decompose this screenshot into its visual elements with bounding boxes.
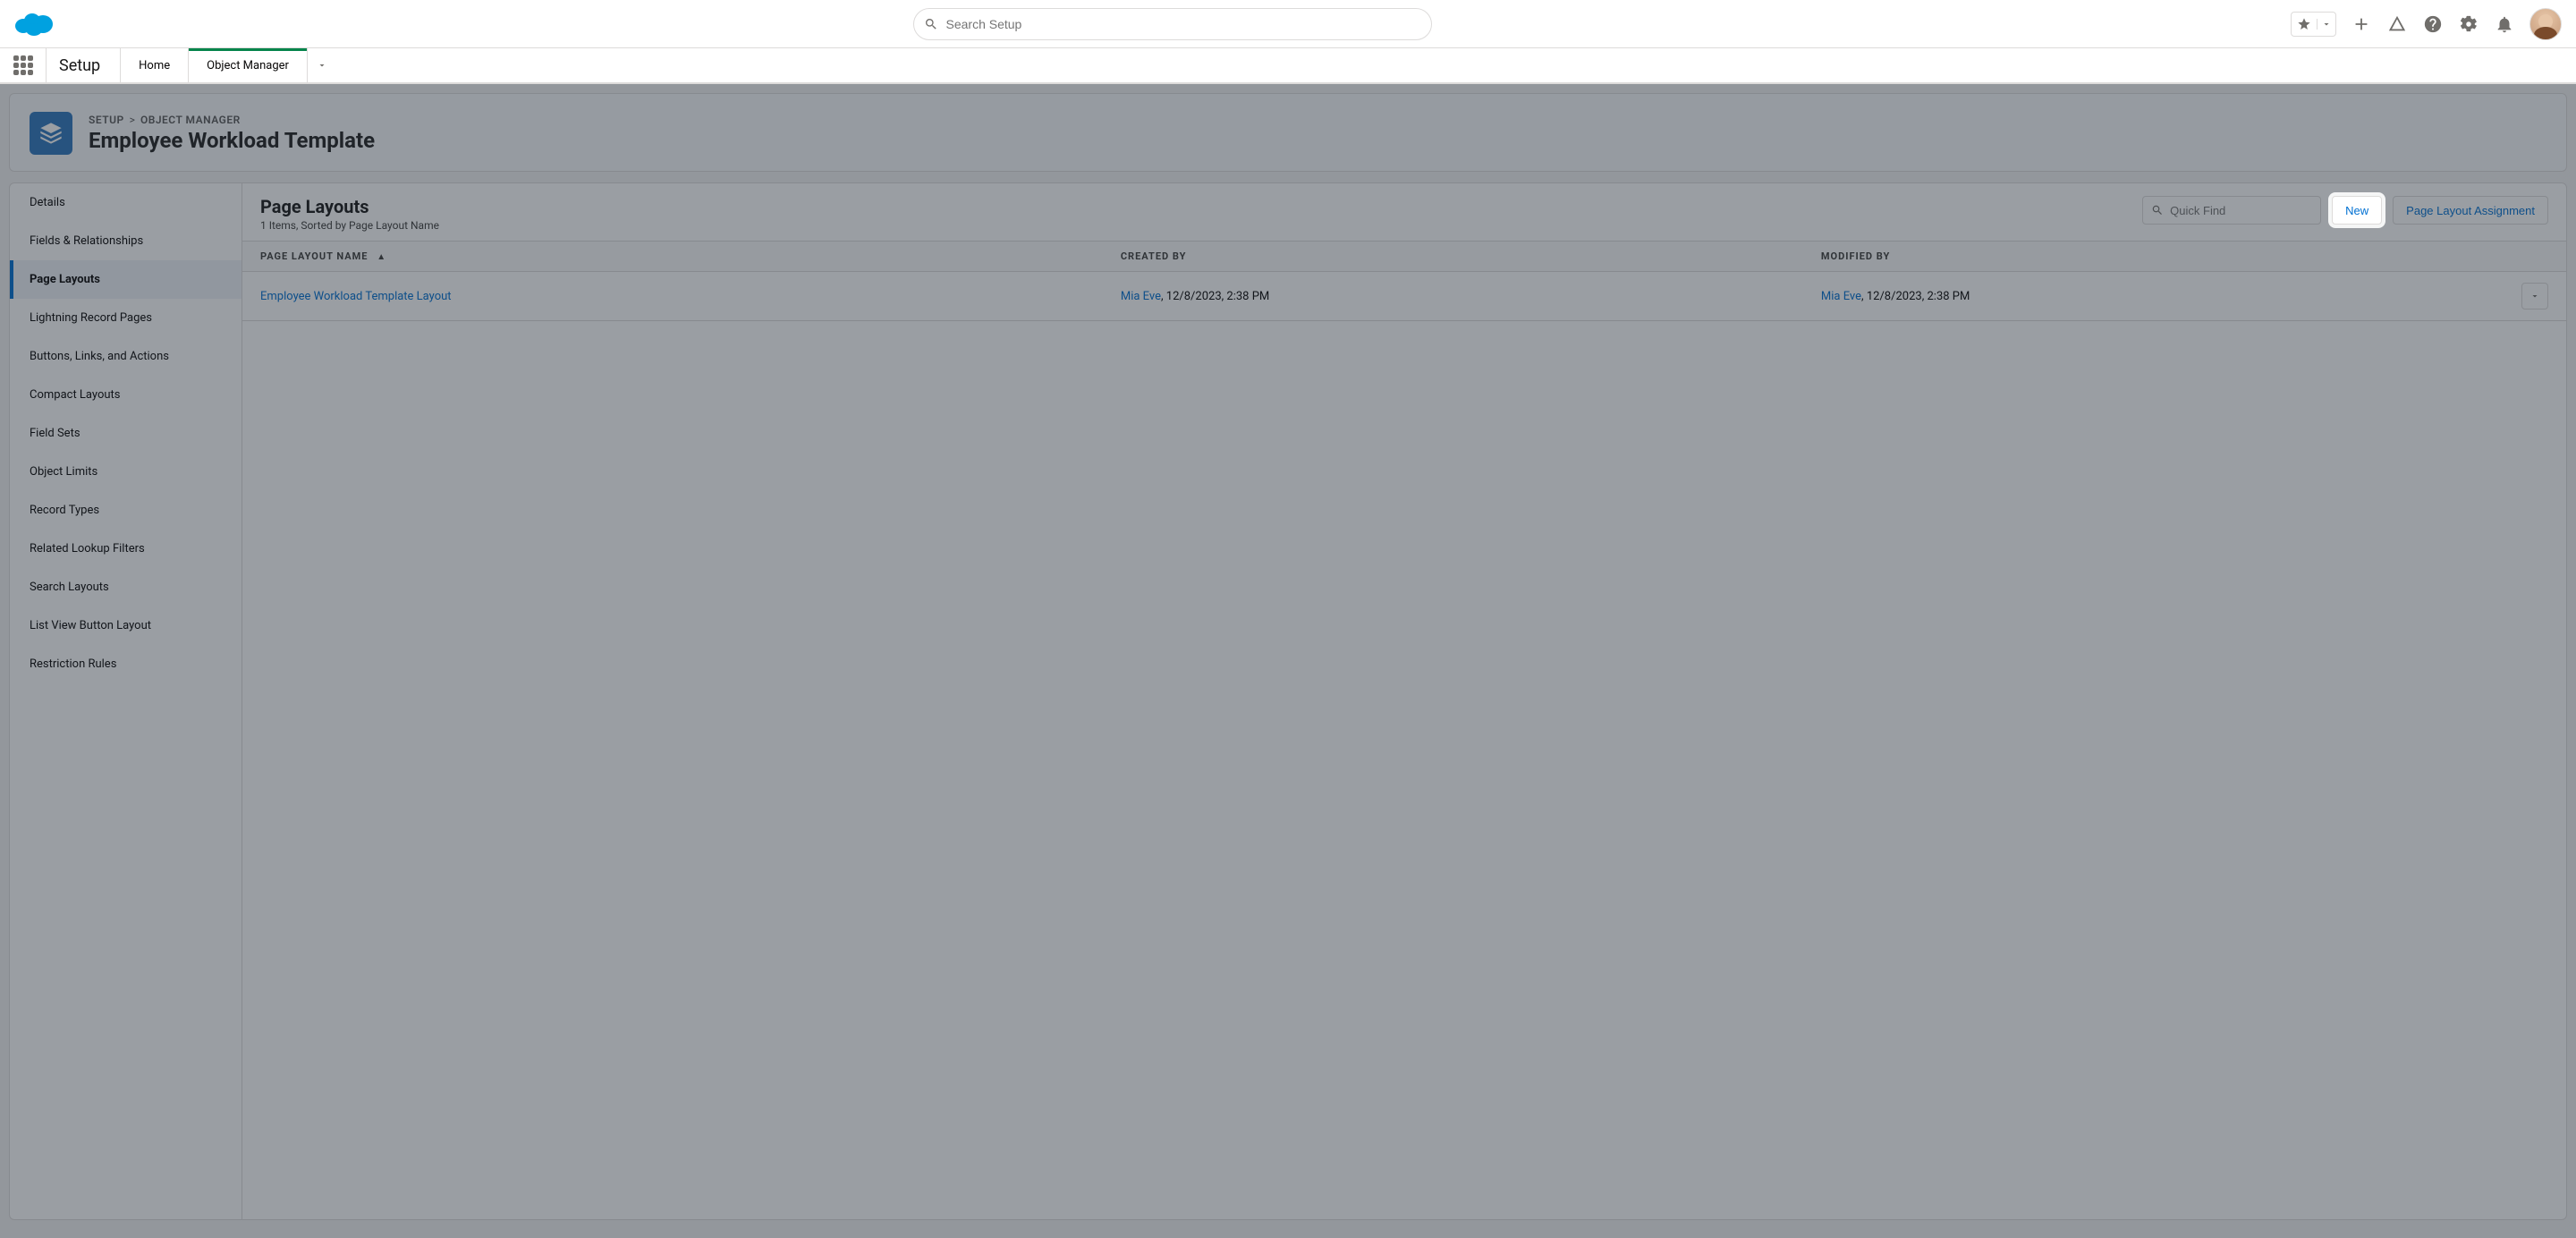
sidebar-item-buttons-links-actions[interactable]: Buttons, Links, and Actions <box>10 337 242 376</box>
setup-gear-button[interactable] <box>2458 13 2479 35</box>
page-header-card: SETUP > OBJECT MANAGER Employee Workload… <box>9 93 2567 172</box>
header-utility-icons <box>2291 8 2562 40</box>
new-button[interactable]: New <box>2332 196 2382 225</box>
global-search-input[interactable] <box>913 8 1432 40</box>
created-by-when: , 12/8/2023, 2:38 PM <box>1161 290 1269 303</box>
col-page-layout-name[interactable]: PAGE LAYOUT NAME ▲ <box>242 242 1103 272</box>
layers-icon <box>38 121 64 146</box>
col-modified-by[interactable]: MODIFIED BY <box>1803 242 2504 272</box>
content-pane: Page Layouts 1 Items, Sorted by Page Lay… <box>242 183 2566 1219</box>
col-page-layout-name-label: PAGE LAYOUT NAME <box>260 250 368 262</box>
row-actions-dropdown[interactable] <box>2521 283 2548 310</box>
help-button[interactable] <box>2422 13 2444 35</box>
notifications-button[interactable] <box>2494 13 2515 35</box>
gear-icon <box>2459 14 2479 34</box>
quick-find <box>2142 196 2321 225</box>
nav-object-manager[interactable]: Object Manager <box>189 48 308 82</box>
global-search <box>913 8 1432 40</box>
breadcrumb-setup[interactable]: SETUP <box>89 114 124 126</box>
global-header <box>0 0 2576 48</box>
waffle-icon <box>13 55 33 75</box>
modified-by-user-link[interactable]: Mia Eve <box>1821 290 1861 303</box>
chevron-down-icon <box>2321 19 2332 30</box>
table-row: Employee Workload Template Layout Mia Ev… <box>242 272 2566 321</box>
main-stage: SETUP > OBJECT MANAGER Employee Workload… <box>0 84 2576 1238</box>
search-icon <box>924 17 938 31</box>
sidebar-item-list-view-button-layout[interactable]: List View Button Layout <box>10 606 242 645</box>
trailhead-icon <box>2387 14 2407 34</box>
page-layout-assignment-button[interactable]: Page Layout Assignment <box>2393 196 2548 225</box>
favorites-group <box>2291 12 2336 37</box>
context-app-title: Setup <box>47 48 121 82</box>
breadcrumb: SETUP > OBJECT MANAGER <box>89 114 375 126</box>
chevron-down-icon <box>317 60 327 71</box>
sidebar-item-object-limits[interactable]: Object Limits <box>10 453 242 491</box>
question-icon <box>2423 14 2443 34</box>
nav-home[interactable]: Home <box>121 48 189 82</box>
page-header-text: SETUP > OBJECT MANAGER Employee Workload… <box>89 114 375 153</box>
plus-icon <box>2351 14 2371 34</box>
salesforce-help-button[interactable] <box>2386 13 2408 35</box>
sidebar-item-related-lookup-filters[interactable]: Related Lookup Filters <box>10 530 242 568</box>
star-icon <box>2297 17 2311 31</box>
breadcrumb-sep: > <box>130 114 135 126</box>
chevron-down-icon <box>2529 291 2540 301</box>
main-card: Details Fields & Relationships Page Layo… <box>9 182 2567 1220</box>
sidebar-item-page-layouts[interactable]: Page Layouts <box>10 260 242 299</box>
salesforce-logo[interactable] <box>14 12 54 37</box>
sidebar-item-field-sets[interactable]: Field Sets <box>10 414 242 453</box>
sidebar-item-search-layouts[interactable]: Search Layouts <box>10 568 242 606</box>
content-header: Page Layouts 1 Items, Sorted by Page Lay… <box>242 183 2566 241</box>
user-avatar[interactable] <box>2529 8 2562 40</box>
global-actions-button[interactable] <box>2351 13 2372 35</box>
layout-name-link[interactable]: Employee Workload Template Layout <box>260 290 452 303</box>
created-by-user-link[interactable]: Mia Eve <box>1121 290 1161 303</box>
page-title: Employee Workload Template <box>89 128 375 153</box>
context-nav-bar: Setup Home Object Manager <box>0 48 2576 84</box>
sidebar-item-restriction-rules[interactable]: Restriction Rules <box>10 645 242 683</box>
favorites-dropdown[interactable] <box>2317 19 2335 30</box>
page-layouts-table: PAGE LAYOUT NAME ▲ CREATED BY MODIFIED B… <box>242 241 2566 321</box>
sidebar-item-lightning-record-pages[interactable]: Lightning Record Pages <box>10 299 242 337</box>
breadcrumb-object-manager[interactable]: OBJECT MANAGER <box>140 114 241 126</box>
table-header-row: PAGE LAYOUT NAME ▲ CREATED BY MODIFIED B… <box>242 242 2566 272</box>
col-created-by[interactable]: CREATED BY <box>1103 242 1803 272</box>
content-title: Page Layouts <box>260 196 439 217</box>
sort-ascending-icon: ▲ <box>377 252 386 262</box>
favorites-star-button[interactable] <box>2292 17 2317 31</box>
col-actions <box>2504 242 2566 272</box>
object-side-nav: Details Fields & Relationships Page Layo… <box>10 183 242 1219</box>
sidebar-item-compact-layouts[interactable]: Compact Layouts <box>10 376 242 414</box>
sidebar-item-details[interactable]: Details <box>10 183 242 222</box>
nav-overflow-dropdown[interactable] <box>308 48 336 82</box>
modified-by-when: , 12/8/2023, 2:38 PM <box>1861 290 1970 303</box>
search-icon <box>2151 204 2164 216</box>
quick-find-input[interactable] <box>2142 196 2321 225</box>
object-icon <box>30 112 72 155</box>
content-subtitle: 1 Items, Sorted by Page Layout Name <box>260 219 439 232</box>
app-launcher-button[interactable] <box>0 48 47 82</box>
sidebar-item-record-types[interactable]: Record Types <box>10 491 242 530</box>
bell-icon <box>2495 14 2514 34</box>
sidebar-item-fields[interactable]: Fields & Relationships <box>10 222 242 260</box>
